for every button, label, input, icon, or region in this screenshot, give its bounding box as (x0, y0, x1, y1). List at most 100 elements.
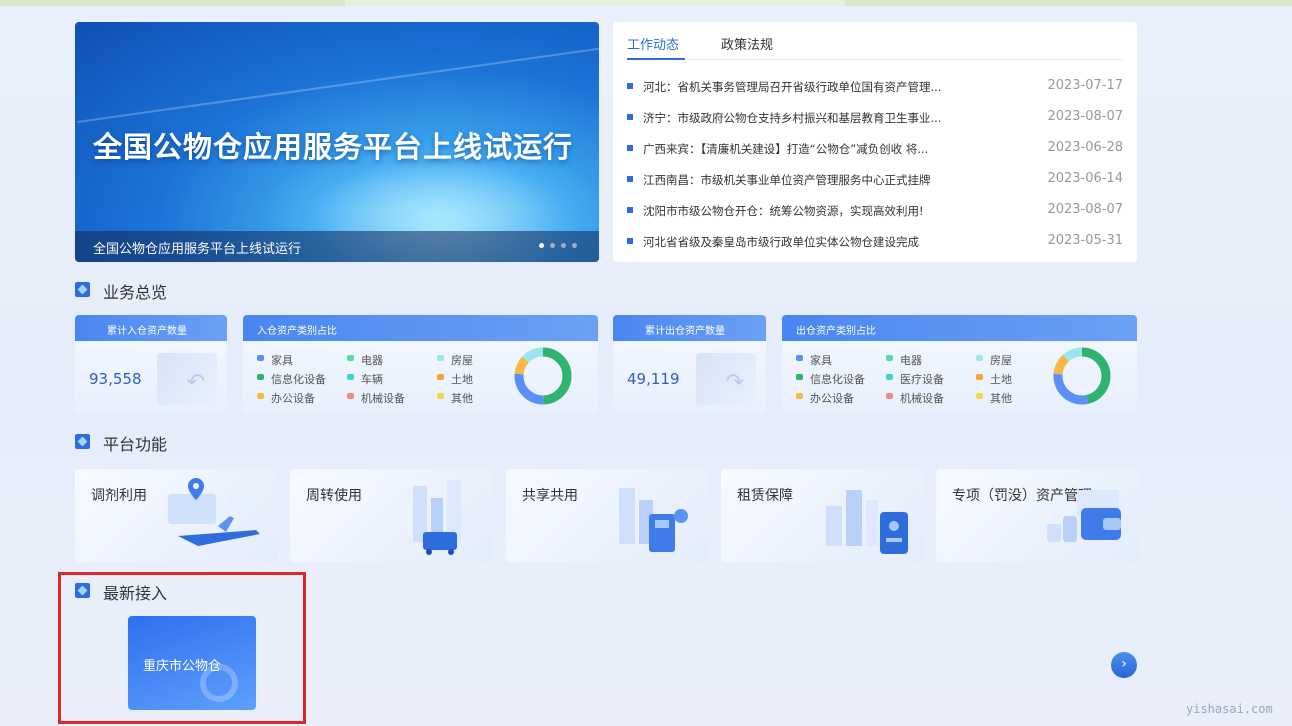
legend-label: 房屋 (451, 354, 473, 367)
banner-title: 全国公物仓应用服务平台上线试运行 (93, 130, 574, 164)
function-label: 调剂利用 (91, 488, 147, 504)
legend-swatch (257, 355, 264, 361)
function-card-special-assets[interactable]: 专项（罚没）资产管理 (936, 469, 1139, 562)
news-item[interactable]: 沈阳市市级公物仓开仓：统筹公物资源，实现高效利用! 2023-08-07 (627, 201, 1123, 221)
news-date: 2023-06-14 (1047, 171, 1123, 186)
function-label: 共享共用 (522, 488, 578, 504)
inbound-donut-chart (514, 347, 572, 405)
news-title: 沈阳市市级公物仓开仓：统筹公物资源，实现高效利用! (643, 204, 924, 218)
active-tab-indicator (627, 58, 685, 60)
news-item[interactable]: 济宁：市级政府公物仓支持乡村振兴和基层教育卫生事业... 2023-08-07 (627, 108, 1123, 128)
legend-swatch (886, 355, 893, 361)
function-card-leasing[interactable]: 租赁保障 (721, 469, 924, 562)
section-icon (75, 434, 90, 449)
building-phone-icon (619, 488, 688, 552)
section-icon (75, 282, 90, 297)
news-item[interactable]: 河北：省机关事务管理局召开省级行政单位国有资产管理... 2023-07-17 (627, 77, 1123, 97)
legend-label: 房屋 (990, 354, 1012, 367)
legend-swatch (796, 374, 803, 380)
card-label: 出仓资产类别占比 (796, 326, 876, 337)
watermark: yishasai.com (1186, 702, 1273, 716)
section-title: 平台功能 (103, 435, 168, 454)
legend-swatch (796, 393, 803, 399)
legend-label: 办公设备 (810, 392, 854, 405)
news-title: 江西南昌：市级机关事业单位资产管理服务中心正式挂牌 (643, 173, 931, 187)
legend-label: 信息化设备 (810, 373, 865, 386)
return-arrow-icon: ↶ (186, 370, 205, 395)
card-label: 入仓资产类别占比 (257, 326, 337, 337)
legend-swatch (437, 355, 444, 361)
news-item[interactable]: 江西南昌：市级机关事业单位资产管理服务中心正式挂牌 2023-06-14 (627, 170, 1123, 190)
tab-policy[interactable]: 政策法规 (721, 34, 773, 53)
legend-label: 机械设备 (900, 392, 944, 405)
news-title: 河北：省机关事务管理局召开省级行政单位国有资产管理... (643, 80, 942, 94)
function-label: 周转使用 (306, 488, 362, 504)
outbound-total-value: 49,119 (627, 370, 680, 388)
legend-swatch (347, 374, 354, 380)
carousel-dot-4[interactable] (572, 243, 577, 248)
function-card-sharing[interactable]: 共享共用 (506, 469, 709, 562)
legend-label: 其他 (990, 392, 1012, 405)
news-date: 2023-05-31 (1047, 233, 1123, 248)
hero-banner[interactable]: 全国公物仓应用服务平台上线试运行 全国公物仓应用服务平台上线试运行 (75, 22, 599, 262)
news-item[interactable]: 河北省省级及秦皇岛市级行政单位实体公物仓建设完成 2023-05-31 (627, 232, 1123, 252)
news-date: 2023-06-28 (1047, 140, 1123, 155)
outbound-donut-chart (1053, 347, 1111, 405)
building-card-icon (826, 490, 908, 554)
inbound-total-card[interactable]: 累计入仓资产数量 93,558 ↶ (75, 315, 227, 413)
next-arrow-button[interactable]: › (1111, 652, 1137, 678)
function-label: 租赁保障 (737, 488, 793, 504)
tab-work-news[interactable]: 工作动态 (627, 34, 679, 53)
outbound-total-card[interactable]: 累计出仓资产数量 49,119 ↷ (613, 315, 766, 413)
legend-swatch (257, 374, 264, 380)
news-title: 济宁：市级政府公物仓支持乡村振兴和基层教育卫生事业... (643, 111, 942, 125)
legend-swatch (886, 374, 893, 380)
legend-swatch (976, 393, 983, 399)
legend-swatch (347, 393, 354, 399)
legend-swatch (347, 355, 354, 361)
top-strip (0, 0, 1292, 6)
news-title: 广西来宾：【清廉机关建设】打造“公物仓”减负创收 将... (643, 142, 929, 156)
news-date: 2023-07-17 (1047, 78, 1123, 93)
function-card-turnover[interactable]: 周转使用 (290, 469, 493, 562)
legend-label: 信息化设备 (271, 373, 326, 386)
carousel-dot-3[interactable] (561, 243, 566, 248)
map-pin-plane-icon (168, 478, 260, 546)
legend-swatch (796, 355, 803, 361)
legend-swatch (257, 393, 264, 399)
section-title: 业务总览 (103, 283, 168, 302)
legend-label: 其他 (451, 392, 473, 405)
forward-arrow-icon: ↷ (725, 370, 744, 395)
news-title: 河北省省级及秦皇岛市级行政单位实体公物仓建设完成 (643, 235, 919, 249)
news-item[interactable]: 广西来宾：【清廉机关建设】打造“公物仓”减负创收 将... 2023-06-28 (627, 139, 1123, 159)
card-label: 累计出仓资产数量 (645, 326, 725, 337)
legend-label: 电器 (361, 354, 383, 367)
legend-label: 家具 (810, 354, 832, 367)
inbound-total-value: 93,558 (89, 370, 142, 388)
wallet-icon (1047, 490, 1121, 542)
legend-label: 土地 (451, 373, 473, 386)
legend-label: 车辆 (361, 373, 383, 386)
legend-label: 家具 (271, 354, 293, 367)
legend-label: 办公设备 (271, 392, 315, 405)
legend-label: 医疗设备 (900, 373, 944, 386)
news-panel: 工作动态 政策法规 河北：省机关事务管理局召开省级行政单位国有资产管理... 20… (613, 22, 1137, 262)
legend-label: 土地 (990, 373, 1012, 386)
news-date: 2023-08-07 (1047, 109, 1123, 124)
legend-swatch (437, 393, 444, 399)
legend-swatch (976, 374, 983, 380)
news-date: 2023-08-07 (1047, 202, 1123, 217)
carousel-dot-1[interactable] (539, 243, 544, 248)
legend-swatch (976, 355, 983, 361)
legend-label: 机械设备 (361, 392, 405, 405)
legend-swatch (437, 374, 444, 380)
highlight-annotation-box (58, 572, 306, 724)
legend-swatch (886, 393, 893, 399)
card-label: 累计入仓资产数量 (107, 326, 187, 337)
news-tabs: 工作动态 政策法规 (627, 32, 1123, 60)
banner-caption: 全国公物仓应用服务平台上线试运行 (93, 242, 302, 257)
banner-caption-bar: 全国公物仓应用服务平台上线试运行 (75, 231, 599, 262)
function-card-allocation[interactable]: 调剂利用 (75, 469, 278, 562)
carousel-dot-2[interactable] (550, 243, 555, 248)
carousel-dots (539, 243, 577, 248)
